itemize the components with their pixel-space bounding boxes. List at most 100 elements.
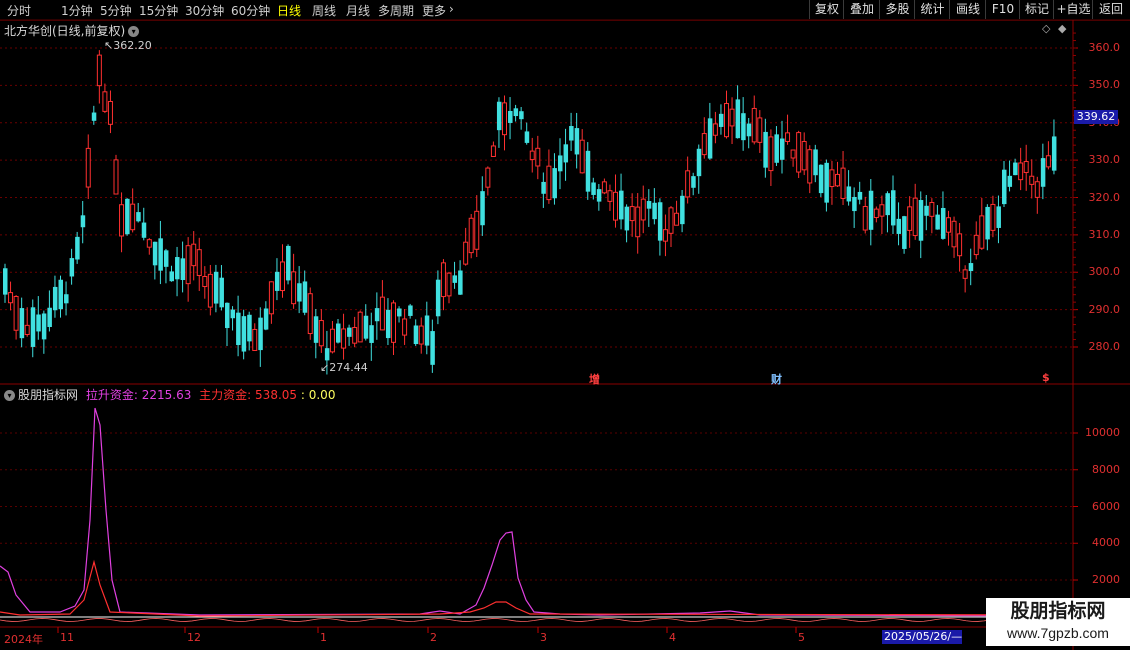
candle[interactable]	[829, 160, 835, 205]
candle[interactable]	[563, 128, 569, 181]
candle[interactable]	[8, 281, 14, 311]
candle[interactable]	[862, 196, 868, 234]
candle[interactable]	[596, 183, 602, 211]
candle[interactable]	[646, 189, 652, 227]
candle[interactable]	[458, 260, 463, 295]
candle[interactable]	[1002, 160, 1007, 208]
candle[interactable]	[336, 318, 341, 344]
candle[interactable]	[807, 145, 813, 194]
candle[interactable]	[374, 292, 380, 340]
candle[interactable]	[940, 191, 946, 240]
candle[interactable]	[973, 221, 979, 260]
candle[interactable]	[968, 248, 974, 286]
candle[interactable]	[701, 117, 707, 159]
candle[interactable]	[19, 297, 25, 348]
candle[interactable]	[691, 172, 696, 196]
candle[interactable]	[873, 206, 879, 223]
candle[interactable]	[357, 310, 363, 343]
candle[interactable]	[446, 271, 452, 304]
candle[interactable]	[490, 141, 496, 157]
candle[interactable]	[363, 304, 369, 341]
candle[interactable]	[724, 90, 729, 139]
candle[interactable]	[107, 90, 113, 134]
candle[interactable]	[835, 161, 840, 187]
candle[interactable]	[329, 320, 335, 354]
candle[interactable]	[918, 191, 924, 259]
candle[interactable]	[247, 311, 252, 351]
candle[interactable]	[990, 195, 996, 238]
candle[interactable]	[662, 214, 668, 257]
candle[interactable]	[1018, 147, 1024, 191]
candle[interactable]	[69, 248, 75, 285]
candle[interactable]	[629, 193, 635, 237]
candle[interactable]	[435, 270, 441, 325]
candle[interactable]	[996, 195, 1001, 244]
candle[interactable]	[852, 187, 857, 228]
candle[interactable]	[146, 238, 152, 255]
candle[interactable]	[1023, 144, 1029, 191]
candle[interactable]	[601, 178, 607, 195]
candle[interactable]	[585, 142, 591, 200]
candle[interactable]	[175, 246, 180, 297]
candle[interactable]	[1029, 159, 1035, 199]
candle[interactable]	[546, 149, 552, 204]
candle[interactable]	[202, 266, 208, 299]
candle[interactable]	[163, 248, 169, 284]
candle[interactable]	[985, 204, 990, 251]
candle[interactable]	[801, 132, 807, 176]
candle[interactable]	[3, 263, 8, 303]
candle[interactable]	[125, 198, 130, 236]
candle[interactable]	[185, 237, 191, 302]
candle[interactable]	[680, 190, 685, 233]
candle[interactable]	[818, 164, 824, 198]
candle[interactable]	[286, 244, 291, 285]
candle[interactable]	[513, 104, 519, 122]
candle[interactable]	[402, 309, 408, 345]
candle[interactable]	[951, 216, 957, 258]
candle[interactable]	[75, 231, 80, 264]
candle[interactable]	[408, 303, 413, 319]
candle[interactable]	[685, 156, 691, 204]
candle[interactable]	[307, 287, 313, 340]
candle[interactable]	[962, 265, 968, 293]
event-marker-dollar[interactable]: $	[1042, 371, 1050, 384]
candle[interactable]	[102, 83, 108, 114]
candle[interactable]	[502, 95, 507, 151]
candle[interactable]	[1045, 141, 1051, 170]
candle[interactable]	[440, 259, 446, 311]
candle[interactable]	[707, 102, 713, 160]
candle[interactable]	[946, 210, 951, 246]
candle[interactable]	[558, 138, 563, 190]
candle[interactable]	[668, 206, 674, 248]
candle[interactable]	[274, 258, 280, 301]
candle[interactable]	[480, 176, 485, 236]
candle[interactable]	[452, 261, 458, 289]
kline-chart[interactable]	[0, 0, 1130, 650]
candle[interactable]	[130, 188, 136, 233]
candle[interactable]	[341, 313, 347, 360]
candle[interactable]	[957, 222, 963, 272]
candle[interactable]	[780, 120, 785, 174]
candle[interactable]	[846, 170, 852, 206]
candle[interactable]	[52, 275, 58, 318]
candle[interactable]	[735, 85, 741, 139]
candle[interactable]	[119, 192, 125, 253]
candle[interactable]	[391, 300, 396, 356]
chevron-down-icon[interactable]: ▾	[4, 390, 15, 401]
candle[interactable]	[463, 227, 469, 266]
candle[interactable]	[591, 177, 596, 200]
candle[interactable]	[718, 104, 724, 135]
candle[interactable]	[225, 302, 230, 346]
candle[interactable]	[885, 191, 890, 233]
candle[interactable]	[785, 114, 791, 145]
candle[interactable]	[96, 50, 102, 104]
candle[interactable]	[347, 324, 352, 346]
candle[interactable]	[796, 130, 802, 178]
candle[interactable]	[413, 319, 419, 346]
candle[interactable]	[158, 220, 163, 285]
candle[interactable]	[468, 214, 474, 259]
candle[interactable]	[297, 266, 302, 314]
candle[interactable]	[85, 134, 91, 200]
candle[interactable]	[729, 97, 735, 145]
candle[interactable]	[191, 231, 197, 281]
